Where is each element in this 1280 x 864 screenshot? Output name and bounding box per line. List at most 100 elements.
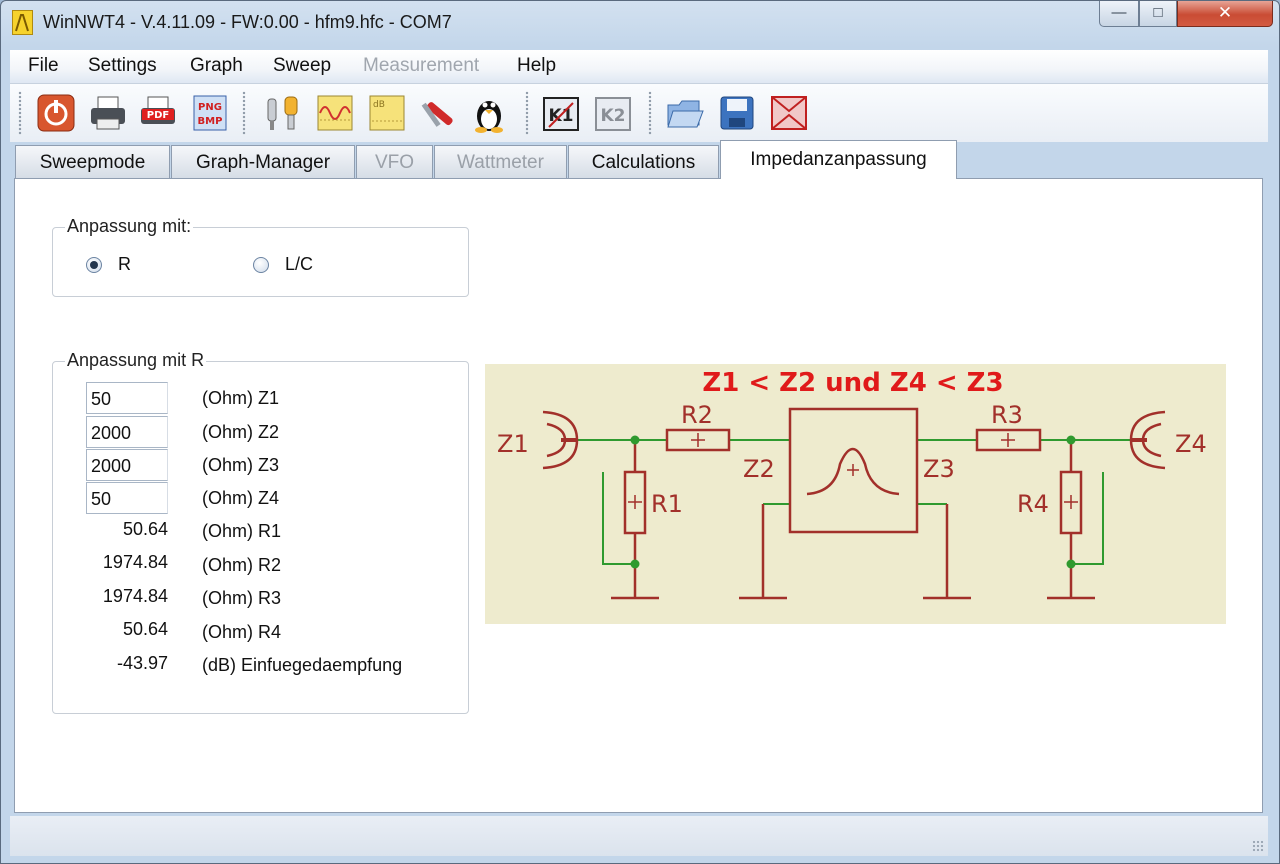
radio-lc-label: L/C xyxy=(285,254,314,274)
graph-icon xyxy=(317,95,353,131)
menu-sweep[interactable]: Sweep xyxy=(273,55,331,77)
title-bar[interactable]: WinNWT4 - V.4.11.09 - FW:0.00 - hfm9.hfc… xyxy=(1,1,1279,47)
z2-unit-label: (Ohm) Z2 xyxy=(202,422,280,442)
tab-graph-manager[interactable]: Graph-Manager xyxy=(171,145,355,178)
svg-text:BMP: BMP xyxy=(198,116,223,127)
z2-input[interactable]: 2000 xyxy=(86,416,168,448)
label-z2: Z2 xyxy=(743,455,775,483)
png-bmp-icon: PNG BMP xyxy=(193,95,227,131)
minimize-button[interactable]: — xyxy=(1099,1,1139,27)
insertion-loss-label: (dB) Einfuegedaempfung xyxy=(202,655,403,675)
probe-icon xyxy=(267,96,298,130)
tools-icon xyxy=(421,102,453,127)
z3-input[interactable]: 2000 xyxy=(86,449,168,481)
linux-button[interactable] xyxy=(469,93,509,133)
export-png-bmp-button[interactable]: PNG BMP xyxy=(190,93,230,133)
print-button[interactable] xyxy=(88,93,128,133)
z4-input[interactable]: 50 xyxy=(86,482,168,514)
svg-text:PDF: PDF xyxy=(147,110,169,121)
r4-value: 50.64 xyxy=(122,619,168,639)
close-button[interactable]: ✕ xyxy=(1177,1,1273,27)
r2-value: 1974.84 xyxy=(102,552,168,572)
r-matching-title: Anpassung mit R xyxy=(65,350,207,371)
open-folder-icon xyxy=(667,100,704,128)
window-title: WinNWT4 - V.4.11.09 - FW:0.00 - hfm9.hfc… xyxy=(43,12,452,32)
resize-grip[interactable] xyxy=(1252,840,1264,852)
menu-measurement[interactable]: Measurement xyxy=(363,55,479,77)
label-r2: R2 xyxy=(681,401,713,429)
radio-r-label: R xyxy=(118,254,131,274)
printer-icon xyxy=(91,96,125,130)
label-r1: R1 xyxy=(651,490,683,518)
k1-button[interactable]: K1 xyxy=(541,93,581,133)
k1-icon: K1 xyxy=(543,97,579,131)
linux-icon xyxy=(475,101,503,133)
db-icon: dB xyxy=(369,95,405,131)
frame-icon xyxy=(771,96,807,130)
tab-strip: Sweepmode Graph-Manager VFO Wattmeter Ca… xyxy=(10,140,1268,179)
tab-impedanzanpassung[interactable]: Impedanzanpassung xyxy=(720,140,957,179)
toolbar-grip[interactable] xyxy=(242,91,246,135)
svg-text:K2: K2 xyxy=(600,106,625,126)
maximize-button[interactable]: □ xyxy=(1139,1,1177,27)
svg-text:dB: dB xyxy=(373,100,385,110)
r1-value: 50.64 xyxy=(122,519,168,539)
close-icon: ✕ xyxy=(1217,3,1233,22)
label-z4: Z4 xyxy=(1175,430,1207,458)
z3-unit-label: (Ohm) Z3 xyxy=(202,455,280,475)
status-bar xyxy=(10,816,1268,856)
menu-help[interactable]: Help xyxy=(517,55,556,77)
label-r3: R3 xyxy=(991,401,1023,429)
menu-graph[interactable]: Graph xyxy=(190,55,243,77)
z4-unit-label: (Ohm) Z4 xyxy=(202,488,280,508)
r4-unit-label: (Ohm) R4 xyxy=(202,622,282,642)
toolbar-grip[interactable] xyxy=(525,91,529,135)
save-button[interactable] xyxy=(717,93,757,133)
z1-unit-label: (Ohm) Z1 xyxy=(202,388,280,408)
tab-sweepmode[interactable]: Sweepmode xyxy=(15,145,170,178)
r2-unit-label: (Ohm) R2 xyxy=(202,555,282,575)
tab-calculations[interactable]: Calculations xyxy=(568,145,719,178)
r3-unit-label: (Ohm) R3 xyxy=(202,588,282,608)
label-z1: Z1 xyxy=(497,430,529,458)
radio-r[interactable]: R xyxy=(86,254,131,275)
power-button[interactable] xyxy=(36,93,76,133)
matching-mode-group: Anpassung mit: R L/C xyxy=(52,216,469,297)
tab-wattmeter[interactable]: Wattmeter xyxy=(434,145,567,178)
open-button[interactable] xyxy=(665,93,705,133)
matching-schematic: Z1 < Z2 und Z4 < Z3 Z1 R2 Z2 R1 Z3 R3 R4… xyxy=(485,364,1226,624)
save-icon xyxy=(720,96,754,130)
db-button[interactable]: dB xyxy=(367,93,407,133)
label-r4: R4 xyxy=(1017,490,1049,518)
z1-input[interactable]: 50 xyxy=(86,382,168,414)
schematic-background xyxy=(485,364,1226,624)
frame-button[interactable] xyxy=(769,93,809,133)
radio-lc-indicator[interactable] xyxy=(253,256,269,273)
k2-button[interactable]: K2 xyxy=(593,93,633,133)
toolbar: PDF PNG BMP dB K2 xyxy=(10,84,1268,142)
r-matching-group: Anpassung mit R 50 (Ohm) Z1 2000 (Ohm) Z… xyxy=(52,350,469,714)
tab-vfo[interactable]: VFO xyxy=(356,145,433,178)
tools-button[interactable] xyxy=(419,93,459,133)
export-pdf-button[interactable]: PDF xyxy=(138,93,178,133)
app-icon xyxy=(12,10,33,35)
schematic-heading: Z1 < Z2 und Z4 < Z3 xyxy=(702,368,1003,398)
r3-value: 1974.84 xyxy=(102,586,168,606)
radio-lc[interactable]: L/C xyxy=(253,254,313,275)
maximize-icon: □ xyxy=(1153,4,1163,21)
app-window: WinNWT4 - V.4.11.09 - FW:0.00 - hfm9.hfc… xyxy=(0,0,1280,864)
label-z3: Z3 xyxy=(923,455,955,483)
minimize-icon: — xyxy=(1111,4,1127,21)
menu-settings[interactable]: Settings xyxy=(88,55,157,77)
matching-mode-title: Anpassung mit: xyxy=(65,216,194,237)
radio-r-indicator[interactable] xyxy=(86,256,102,273)
menu-file[interactable]: File xyxy=(28,55,59,77)
toolbar-grip[interactable] xyxy=(18,91,22,135)
insertion-loss-value: -43.97 xyxy=(116,653,168,673)
pdf-icon: PDF xyxy=(141,96,175,124)
power-icon xyxy=(37,94,75,132)
probe-button[interactable] xyxy=(263,93,303,133)
r1-unit-label: (Ohm) R1 xyxy=(202,521,282,541)
toolbar-grip[interactable] xyxy=(648,91,652,135)
graph-button[interactable] xyxy=(315,93,355,133)
